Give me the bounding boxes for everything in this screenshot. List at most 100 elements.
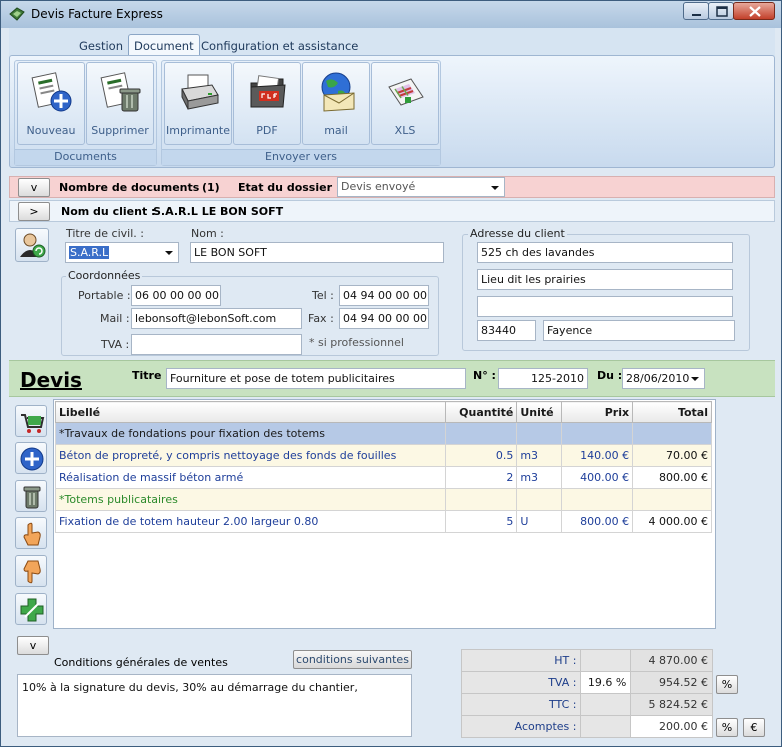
etat-select[interactable]: Devis envoyé bbox=[337, 177, 505, 197]
calculate-button[interactable] bbox=[15, 593, 47, 625]
devis-heading: Devis bbox=[20, 368, 82, 392]
move-up-button[interactable] bbox=[15, 517, 47, 549]
row-total bbox=[632, 488, 712, 511]
acomptes-euro-button[interactable]: € bbox=[743, 718, 765, 737]
code-postal-field[interactable]: 83440 bbox=[477, 320, 536, 341]
titre-civil-select[interactable]: S.A.R.L bbox=[65, 242, 179, 263]
adresse-line2-field[interactable]: Lieu dit les prairies bbox=[477, 269, 733, 290]
tva-note: * si professionnel bbox=[309, 336, 404, 349]
fax-label: Fax : bbox=[308, 312, 334, 325]
minimize-button[interactable] bbox=[683, 2, 709, 20]
maximize-button[interactable] bbox=[708, 2, 734, 20]
add-to-cart-button[interactable] bbox=[15, 405, 47, 437]
conditions-textarea[interactable]: 10% à la signature du devis, 30% au déma… bbox=[17, 674, 412, 737]
row-quantite: 2 bbox=[445, 466, 518, 489]
mail-button[interactable]: mail bbox=[302, 62, 370, 145]
adresse-line1-field[interactable]: 525 ch des lavandes bbox=[477, 242, 733, 263]
devis-date-label: Du : bbox=[597, 369, 623, 382]
client-name-value: S.A.R.L LE BON SOFT bbox=[153, 205, 284, 218]
calculator-icon bbox=[20, 598, 44, 622]
adresse-line3-field[interactable] bbox=[477, 296, 733, 317]
titre-civil-value: S.A.R.L bbox=[69, 246, 110, 259]
lines-table: Libellé Quantité Unité Prix Total *Trava… bbox=[54, 401, 712, 533]
documents-toggle-button[interactable]: v bbox=[18, 178, 50, 197]
devis-numero-field[interactable]: 125-2010 bbox=[498, 368, 588, 389]
col-total[interactable]: Total bbox=[632, 401, 712, 423]
fax-field[interactable]: 04 94 00 00 00 bbox=[339, 308, 429, 329]
documents-bar: v Nombre de documents (1) Etat du dossie… bbox=[9, 176, 775, 198]
total-ht-row: HT : 4 870.00 € bbox=[460, 649, 713, 672]
total-ht-value: 4 870.00 € bbox=[630, 649, 713, 672]
col-unite[interactable]: Unité bbox=[516, 401, 563, 423]
table-row[interactable]: Fixation de de totem hauteur 2.00 largeu… bbox=[54, 510, 712, 533]
tab-document[interactable]: Document bbox=[128, 34, 200, 57]
add-line-button[interactable] bbox=[15, 442, 47, 474]
col-libelle[interactable]: Libellé bbox=[54, 401, 447, 423]
pdf-button[interactable]: PDF bbox=[233, 62, 301, 145]
total-tva-rate[interactable]: 19.6 % bbox=[580, 671, 632, 694]
title-bar: Devis Facture Express bbox=[1, 1, 781, 28]
client-toggle-button[interactable]: > bbox=[18, 202, 50, 221]
documents-count-label: Nombre de documents bbox=[59, 181, 200, 194]
conditions-toggle-button[interactable]: v bbox=[17, 636, 49, 655]
client-pick-button[interactable] bbox=[15, 228, 49, 262]
devis-titre-field[interactable]: Fourniture et pose de totem publicitaire… bbox=[166, 368, 466, 389]
nom-label: Nom : bbox=[191, 227, 224, 240]
row-unite bbox=[516, 488, 563, 511]
new-document-icon bbox=[31, 72, 72, 112]
mail-field[interactable]: lebonsoft@lebonSoft.com bbox=[131, 308, 302, 329]
col-quantite[interactable]: Quantité bbox=[445, 401, 518, 423]
tva-label: TVA : bbox=[101, 338, 130, 351]
row-quantite bbox=[445, 488, 518, 511]
tab-configuration[interactable]: Configuration et assistance bbox=[201, 39, 358, 53]
move-down-button[interactable] bbox=[15, 555, 47, 587]
table-row[interactable]: *Travaux de fondations pour fixation des… bbox=[54, 422, 712, 445]
plus-circle-icon bbox=[20, 447, 44, 471]
portable-field[interactable]: 06 00 00 00 00 bbox=[131, 285, 221, 306]
envoyer-group: Imprimante PDF mail XLS Envoyer vers bbox=[161, 60, 441, 166]
acomptes-percent-button[interactable]: % bbox=[716, 718, 738, 737]
tel-label: Tel : bbox=[312, 289, 334, 302]
total-ttc-label: TTC : bbox=[460, 693, 582, 716]
devis-date-picker[interactable]: 28/06/2010 bbox=[622, 368, 705, 389]
delete-line-button[interactable] bbox=[15, 480, 47, 512]
devis-numero-label: N° : bbox=[473, 369, 496, 382]
col-prix[interactable]: Prix bbox=[561, 401, 634, 423]
hand-up-icon bbox=[23, 522, 41, 546]
chevron-down-icon bbox=[165, 251, 173, 255]
tab-gestion[interactable]: Gestion bbox=[79, 39, 123, 53]
tva-percent-button[interactable]: % bbox=[716, 675, 738, 694]
row-unite: m3 bbox=[516, 444, 563, 467]
table-row[interactable]: *Totems publicataires bbox=[54, 488, 712, 511]
tva-field[interactable] bbox=[131, 334, 302, 355]
row-prix: 140.00 € bbox=[561, 444, 634, 467]
supprimer-button[interactable]: Supprimer bbox=[86, 62, 154, 145]
conditions-suivantes-button[interactable]: conditions suivantes bbox=[293, 650, 412, 669]
pdf-label: PDF bbox=[256, 124, 278, 137]
table-row[interactable]: Réalisation de massif béton armé 2 m3 40… bbox=[54, 466, 712, 489]
client-form: Titre de civil. : S.A.R.L Nom : LE BON S… bbox=[1, 223, 782, 359]
row-libelle: *Travaux de fondations pour fixation des… bbox=[54, 422, 447, 445]
row-prix bbox=[561, 422, 634, 445]
ville-field[interactable]: Fayence bbox=[543, 320, 735, 341]
nom-field[interactable]: LE BON SOFT bbox=[190, 242, 444, 263]
documents-count: (1) bbox=[202, 181, 220, 194]
totals-table: HT : 4 870.00 € TVA : 19.6 % 954.52 € TT… bbox=[460, 649, 713, 738]
spreadsheet-icon bbox=[388, 78, 424, 106]
pdf-icon bbox=[250, 75, 286, 108]
row-total: 70.00 € bbox=[632, 444, 712, 467]
tel-field[interactable]: 04 94 00 00 00 bbox=[339, 285, 429, 306]
maximize-icon bbox=[716, 6, 728, 17]
xls-button[interactable]: XLS bbox=[371, 62, 439, 145]
total-acomptes-value[interactable]: 200.00 € bbox=[630, 715, 713, 738]
row-libelle: Béton de propreté, y compris nettoyage d… bbox=[54, 444, 447, 467]
close-button[interactable] bbox=[733, 2, 775, 20]
nouveau-button[interactable]: Nouveau bbox=[17, 62, 85, 145]
imprimante-button[interactable]: Imprimante bbox=[164, 62, 232, 145]
table-row[interactable]: Béton de propreté, y compris nettoyage d… bbox=[54, 444, 712, 467]
client-name-label: Nom du client : bbox=[61, 205, 156, 218]
user-contact-icon bbox=[20, 233, 46, 258]
minimize-icon bbox=[692, 14, 701, 16]
devis-date-value: 28/06/2010 bbox=[626, 372, 690, 385]
total-acomptes-row: Acomptes : 200.00 € bbox=[460, 715, 713, 738]
